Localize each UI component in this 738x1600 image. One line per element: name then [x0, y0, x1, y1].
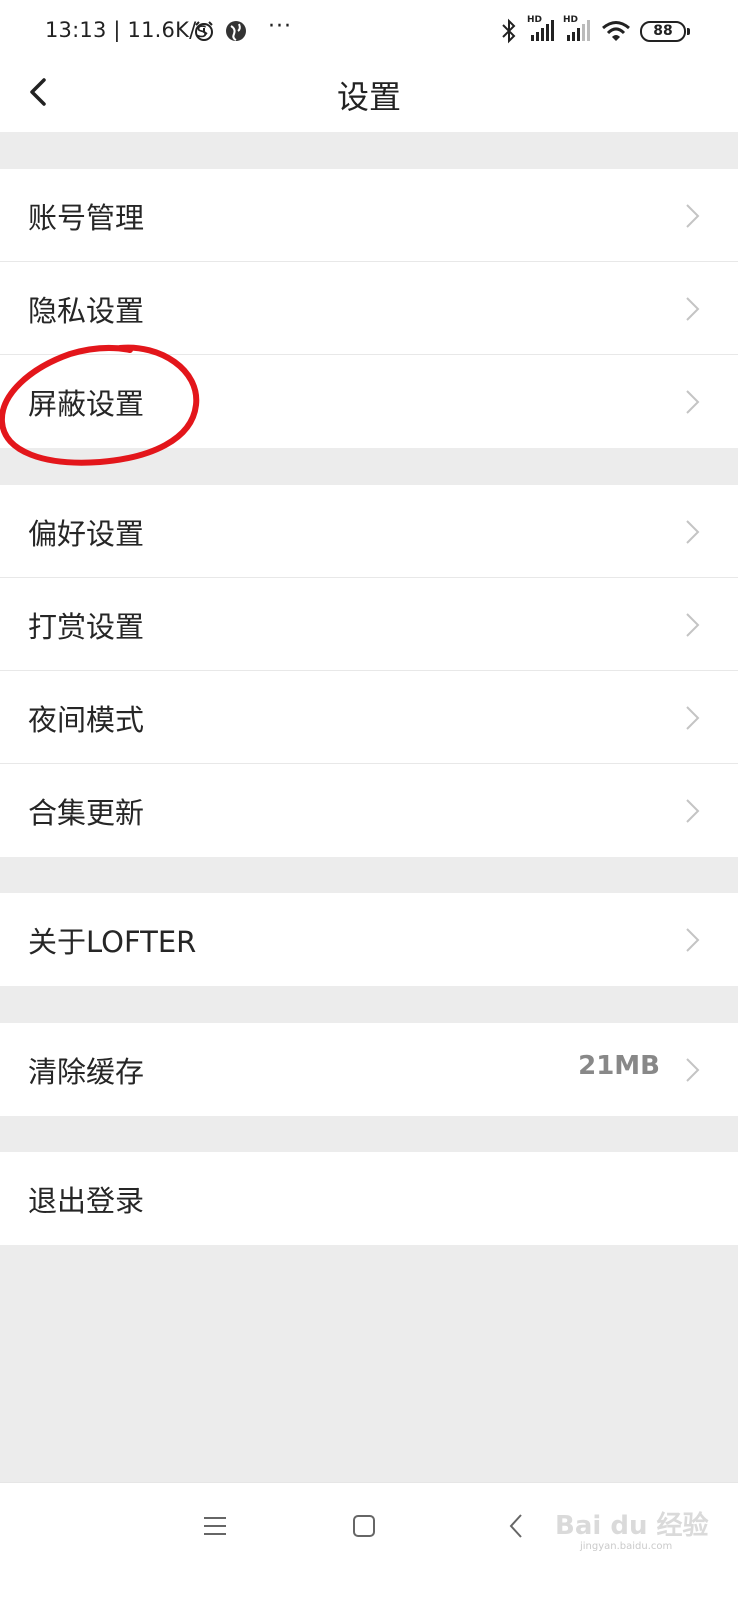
settings-item-block[interactable]: 屏蔽设置: [0, 355, 738, 448]
chevron-right-icon: [686, 706, 700, 730]
alarm-icon: [195, 21, 213, 41]
settings-item-label: 夜间模式: [28, 703, 145, 737]
status-bar: 13:13 | 11.6K/s ··· HD HD 88: [0, 0, 738, 62]
settings-item-label: 屏蔽设置: [28, 387, 145, 421]
status-time-speed: 13:13 | 11.6K/s: [45, 18, 208, 42]
battery-icon: 88: [640, 21, 690, 42]
settings-item-logout[interactable]: 退出登录: [0, 1152, 738, 1245]
chevron-right-icon: [686, 799, 700, 823]
settings-item-night-mode[interactable]: 夜间模式: [0, 671, 738, 764]
system-nav-bar: Bai du 经验 jingyan.baidu.com: [0, 1482, 738, 1600]
chevron-right-icon: [686, 1058, 700, 1082]
settings-item-label: 关于LOFTER: [28, 925, 197, 959]
chevron-right-icon: [686, 928, 700, 952]
home-square-icon[interactable]: [352, 1514, 376, 1538]
menu-icon[interactable]: [203, 1516, 227, 1536]
chevron-right-icon: [686, 204, 700, 228]
chevron-right-icon: [686, 297, 700, 321]
browser-icon: [226, 21, 246, 41]
chevron-right-icon: [686, 520, 700, 544]
wifi-icon: [602, 21, 630, 41]
page-title: 设置: [336, 78, 401, 116]
settings-item-collection-update[interactable]: 合集更新: [0, 764, 738, 857]
settings-item-account[interactable]: 账号管理: [0, 169, 738, 262]
settings-item-clear-cache[interactable]: 清除缓存 21MB: [0, 1023, 738, 1116]
settings-item-label: 隐私设置: [28, 294, 145, 328]
settings-item-privacy[interactable]: 隐私设置: [0, 262, 738, 355]
settings-item-label: 退出登录: [28, 1184, 145, 1218]
more-notifications-icon: ···: [268, 14, 292, 39]
watermark-brand: Bai du 经验: [555, 1511, 709, 1541]
settings-item-preference[interactable]: 偏好设置: [0, 485, 738, 578]
settings-item-label: 账号管理: [28, 201, 145, 235]
settings-item-label: 打赏设置: [28, 610, 145, 644]
watermark-url: jingyan.baidu.com: [580, 1541, 673, 1552]
chevron-right-icon: [686, 390, 700, 414]
chevron-right-icon: [686, 613, 700, 637]
nav-back-icon[interactable]: [507, 1512, 525, 1540]
settings-item-reward[interactable]: 打赏设置: [0, 578, 738, 671]
bluetooth-icon: [502, 18, 516, 44]
settings-item-label: 偏好设置: [28, 517, 145, 551]
signal-2-icon: HD: [563, 15, 591, 42]
cache-size-value: 21MB: [578, 1051, 660, 1081]
settings-item-label: 清除缓存: [28, 1055, 145, 1089]
settings-item-about[interactable]: 关于LOFTER: [0, 893, 738, 986]
app-header: 设置: [0, 62, 738, 132]
signal-1-icon: HD: [527, 15, 555, 42]
settings-item-label: 合集更新: [28, 796, 145, 830]
